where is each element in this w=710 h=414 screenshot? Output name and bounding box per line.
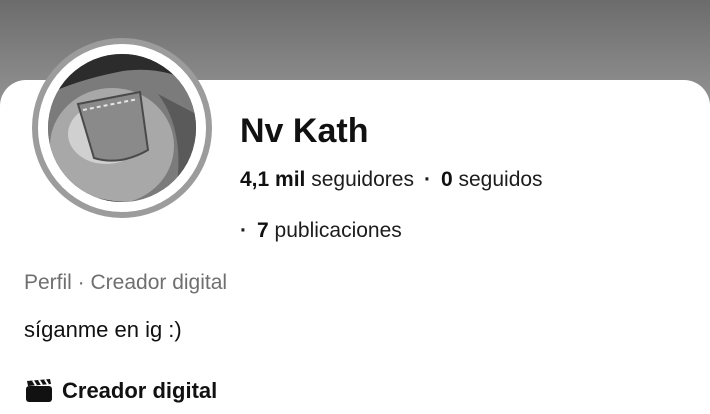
followers-following-line: 4,1 mil seguidores · 0 seguidos — [240, 168, 543, 192]
posts-label: publicaciones — [274, 219, 402, 242]
avatar-photo — [48, 54, 196, 202]
posts-line: · 7 publicaciones — [240, 219, 402, 243]
clapperboard-icon — [26, 378, 52, 402]
profile-page: Nv Kath 4,1 mil seguidores · 0 seguidos · 7… — [0, 0, 710, 414]
profile-category: Perfil · Creador digital — [24, 271, 228, 294]
following-label: seguidos — [458, 168, 543, 191]
posts-count: 7 — [257, 219, 269, 242]
followers-count: 4,1 mil — [240, 168, 306, 191]
following-count: 0 — [440, 168, 453, 191]
followers-label: seguidores — [311, 168, 414, 191]
posts-stat[interactable]: 7 publicaciones — [257, 219, 402, 242]
profile-name: Nv Kath — [240, 112, 369, 150]
separator-dot: · — [423, 168, 431, 191]
profile-bio: síganme en ig :) — [24, 317, 182, 342]
creator-category-label: Creador digital — [62, 378, 218, 403]
avatar[interactable] — [48, 54, 196, 202]
following-stat[interactable]: 0 seguidos — [441, 168, 543, 191]
followers-stat[interactable]: 4,1 mil seguidores — [240, 168, 414, 191]
creator-category-row: Creador digital — [24, 378, 217, 404]
separator-dot: · — [240, 219, 247, 242]
avatar-ring — [32, 38, 212, 218]
